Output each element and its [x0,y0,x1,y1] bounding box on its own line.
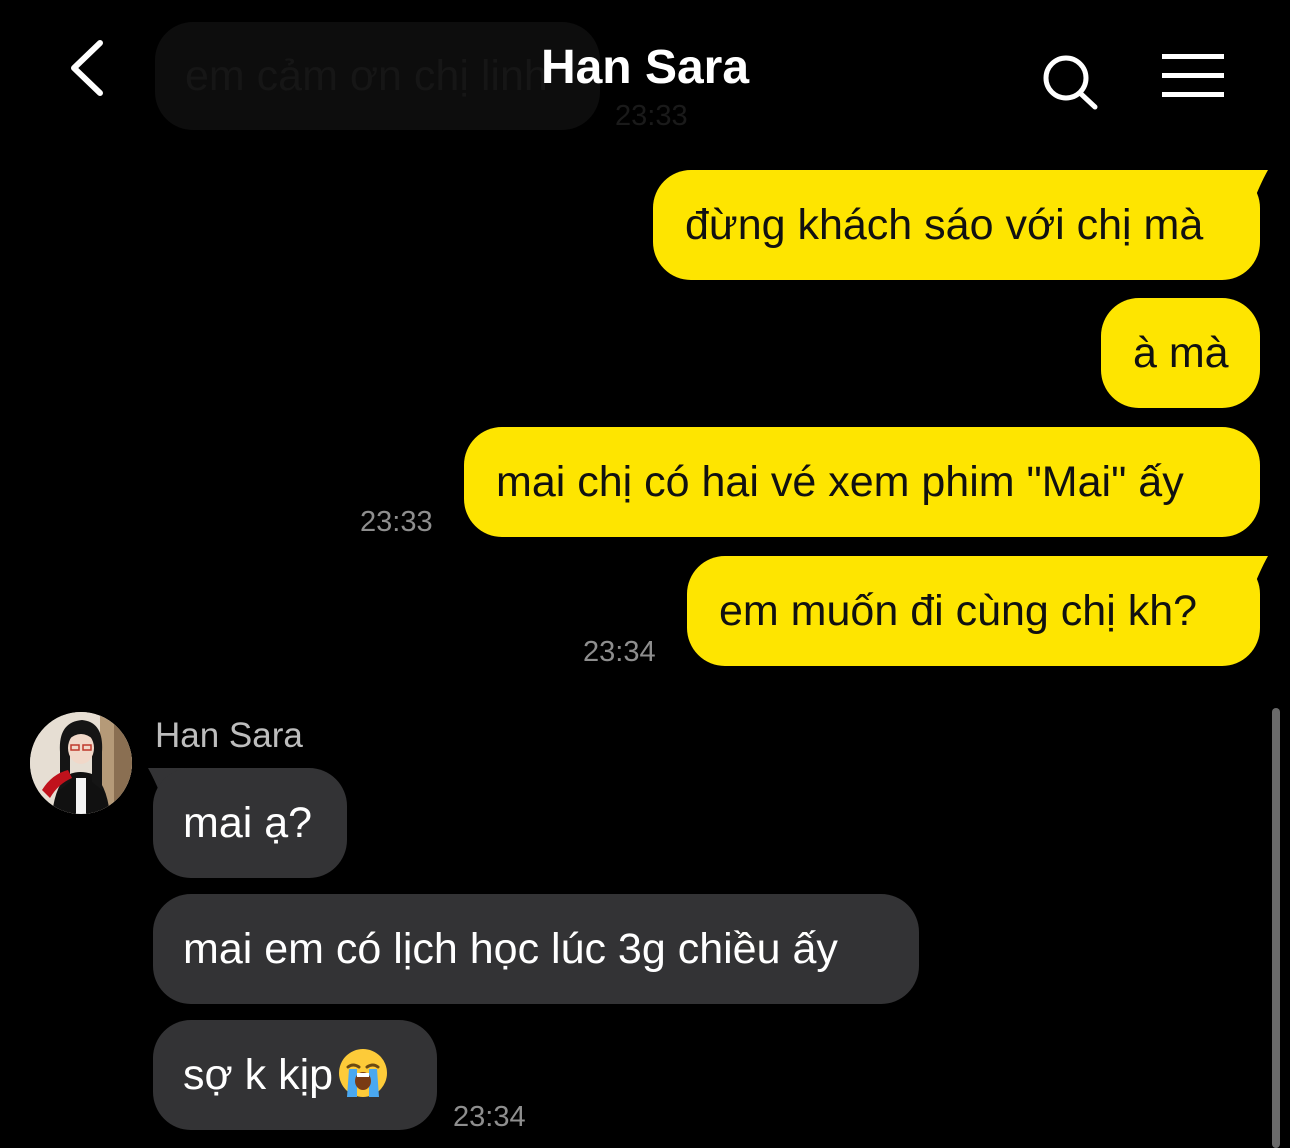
outgoing-message-bubble[interactable]: mai chị có hai vé xem phim "Mai" ấy [464,427,1260,537]
previous-message-time: 23:33 [615,100,688,132]
message-text: em muốn đi cùng chị kh? [719,587,1198,635]
menu-button[interactable] [1160,52,1228,102]
incoming-message-bubble[interactable]: mai ạ? [153,768,347,878]
message-text: mai chị có hai vé xem phim "Mai" ấy [496,458,1184,506]
message-time: 23:34 [583,636,656,668]
message-text: mai ạ? [183,799,313,847]
message-time: 23:34 [453,1101,526,1133]
message-text: sợ k kịp [183,1051,334,1099]
outgoing-message-bubble[interactable]: à mà [1101,298,1260,408]
incoming-message-bubble[interactable]: sợ k kịp [153,1020,437,1130]
outgoing-message-bubble[interactable]: đừng khách sáo với chị mà [653,170,1260,280]
hamburger-menu-icon [1162,54,1224,97]
sender-name: Han Sara [155,716,303,755]
message-text: mai em có lịch học lúc 3g chiều ấy [183,925,838,973]
outgoing-message-bubble[interactable]: em muốn đi cùng chị kh? [687,556,1260,666]
message-time: 23:33 [360,506,433,538]
incoming-message-bubble[interactable]: mai em có lịch học lúc 3g chiều ấy [153,894,919,1004]
scrollbar[interactable] [1272,708,1280,1148]
loudly-crying-face-emoji [339,1049,388,1097]
message-text: đừng khách sáo với chị mà [685,201,1204,249]
avatar-photo [30,712,132,814]
search-icon [1043,55,1098,110]
contact-avatar[interactable] [30,712,132,814]
search-button[interactable] [1040,52,1100,112]
message-text: à mà [1133,329,1229,377]
